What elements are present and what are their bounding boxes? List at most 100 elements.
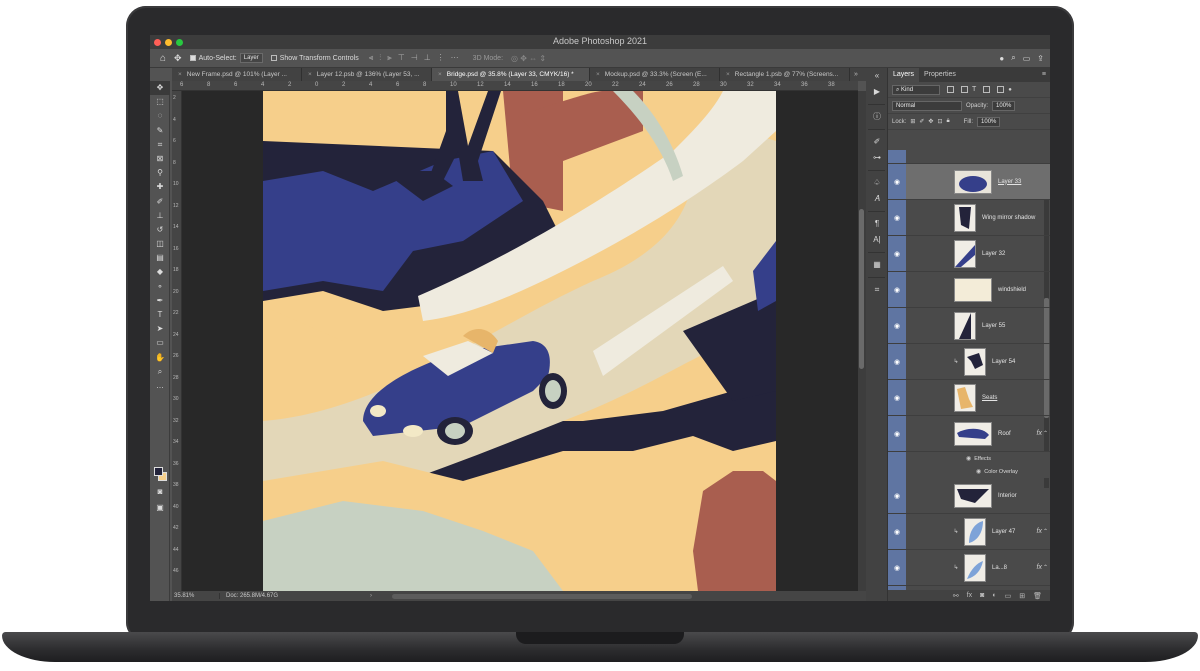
tab-properties[interactable]: Properties xyxy=(919,68,961,82)
panel-menu-icon[interactable]: ≡ xyxy=(1042,68,1046,82)
layer-row[interactable]: ◉ ↳ Layer 47 fx ⌃ xyxy=(888,514,1050,550)
layer-name[interactable]: Wing mirror shadow xyxy=(982,215,1035,221)
brush-settings-icon[interactable]: ✐ xyxy=(866,134,888,150)
layer-thumbnail[interactable] xyxy=(954,421,992,446)
add-style-icon[interactable]: fx xyxy=(967,592,972,599)
filter-toggle-icon[interactable]: ● xyxy=(1008,87,1012,93)
layer-row[interactable]: ◉ windshield xyxy=(888,272,1050,308)
paths-icon[interactable]: ♤ xyxy=(866,175,888,191)
layer-name[interactable]: Roof xyxy=(998,431,1011,437)
layer-effects-icon[interactable]: fx xyxy=(1037,528,1042,535)
clone-stamp-tool-icon[interactable]: ⊥ xyxy=(150,209,170,223)
status-menu-icon[interactable]: › xyxy=(370,593,372,599)
layer-thumbnail[interactable] xyxy=(954,311,976,340)
layer-thumbnail[interactable] xyxy=(954,277,992,302)
visibility-eye-icon[interactable]: ◉ xyxy=(888,514,906,549)
layer-name[interactable]: Layer 47 xyxy=(992,529,1015,535)
auto-select-checkbox[interactable] xyxy=(189,55,196,61)
layer-name[interactable]: La...8 xyxy=(992,565,1007,571)
expand-effects-icon[interactable]: ⌃ xyxy=(1043,430,1048,437)
layer-thumbnail[interactable] xyxy=(964,553,986,582)
info-icon[interactable]: ⓘ xyxy=(866,109,888,125)
effect-row[interactable]: ◉ Color Overlay xyxy=(888,465,1050,478)
visibility-eye-icon[interactable]: ◉ xyxy=(888,200,906,235)
move-tool-icon[interactable]: ✥ xyxy=(150,81,170,96)
eyedropper-tool-icon[interactable]: ⚲ xyxy=(150,166,170,180)
layer-name[interactable]: Layer 55 xyxy=(982,323,1005,329)
close-tab-icon[interactable]: × xyxy=(438,71,442,78)
hand-tool-icon[interactable]: ✋ xyxy=(150,351,170,365)
lock-transparent-icon[interactable]: ⊞ xyxy=(910,118,915,125)
align-bottom-icon[interactable]: ⊥ xyxy=(424,53,431,63)
workspace-icon[interactable]: ▭ xyxy=(1023,54,1031,63)
lock-artboard-icon[interactable]: ⊡ xyxy=(937,118,942,125)
quick-select-tool-icon[interactable]: ✎ xyxy=(150,124,170,138)
filter-pixel-icon[interactable] xyxy=(947,86,954,93)
layer-row[interactable]: ◉ Seats xyxy=(888,380,1050,416)
align-left-icon[interactable]: ⫷ xyxy=(369,53,374,63)
filter-kind-dropdown[interactable]: ⌕ Kind xyxy=(892,84,940,95)
layer-name[interactable]: Seats xyxy=(982,395,997,401)
opacity-input[interactable]: 100% xyxy=(992,100,1016,111)
move-tool-icon[interactable]: ✥ xyxy=(174,53,182,64)
dodge-tool-icon[interactable]: ⚬ xyxy=(150,280,170,294)
home-icon[interactable]: ⌂ xyxy=(160,53,166,64)
expand-effects-icon[interactable]: ⌃ xyxy=(1043,564,1048,571)
eraser-tool-icon[interactable]: ◫ xyxy=(150,237,170,251)
align-top-icon[interactable]: ⊤ xyxy=(398,53,405,63)
paragraph-icon[interactable]: ¶ xyxy=(866,216,888,232)
canvas-vertical-scrollbar[interactable] xyxy=(858,91,866,591)
align-right-icon[interactable]: ⫸ xyxy=(387,53,392,63)
lock-paint-icon[interactable]: ✐ xyxy=(919,118,924,125)
layer-row[interactable]: ◉ Wing mirror shadow xyxy=(888,200,1050,236)
zoom-tool-icon[interactable]: ⌕ xyxy=(150,365,170,379)
transform-controls-checkbox[interactable] xyxy=(270,55,277,61)
layer-name[interactable]: Layer 32 xyxy=(982,251,1005,257)
layer-row[interactable]: ◉ Interior xyxy=(888,478,1050,514)
distribute-h-icon[interactable]: ⋯ xyxy=(451,53,459,63)
layer-name[interactable]: windshield xyxy=(998,287,1026,293)
brush-tool-icon[interactable]: ✐ xyxy=(150,195,170,209)
blur-tool-icon[interactable]: ◆ xyxy=(150,265,170,279)
lasso-tool-icon[interactable]: ◌ xyxy=(150,109,170,123)
visibility-eye-icon[interactable]: ◉ xyxy=(888,236,906,271)
adjustments-icon[interactable]: ⊶ xyxy=(866,150,888,166)
new-layer-icon[interactable]: ⊞ xyxy=(1019,592,1025,600)
scrollbar-thumb[interactable] xyxy=(859,209,864,369)
shape-tool-icon[interactable]: ▭ xyxy=(150,336,170,350)
layer-row[interactable]: ◉ Layer 55 xyxy=(888,308,1050,344)
visibility-eye-icon[interactable]: ◉ xyxy=(888,416,906,451)
effect-row[interactable]: ◉Effects xyxy=(888,452,1050,465)
layer-thumbnail[interactable] xyxy=(964,517,986,546)
close-tab-icon[interactable]: × xyxy=(726,71,730,78)
marquee-tool-icon[interactable]: ⬚ xyxy=(150,95,170,109)
layer-effects-icon[interactable]: fx xyxy=(1037,430,1042,437)
collapse-icon[interactable]: « xyxy=(866,68,888,84)
visibility-eye-icon[interactable]: ◉ xyxy=(888,478,906,513)
align-center-icon[interactable]: ⫶ xyxy=(379,53,381,63)
search-icon[interactable]: ⌕ xyxy=(1011,53,1015,63)
transform-icon[interactable]: ⌗ xyxy=(866,282,888,298)
lock-move-icon[interactable]: ✥ xyxy=(928,118,933,125)
layer-row[interactable]: ◉ Roof fx ⌃ xyxy=(888,416,1050,452)
user-icon[interactable]: ● xyxy=(999,54,1004,63)
visibility-eye-icon[interactable]: ◉ xyxy=(888,344,906,379)
layer-name[interactable]: Layer 54 xyxy=(992,359,1015,365)
filter-shape-icon[interactable] xyxy=(983,86,991,93)
doc-tab-mockup[interactable]: × Mockup.psd @ 33.3% (Screen (E... xyxy=(590,68,720,81)
layer-thumbnail[interactable] xyxy=(954,483,992,508)
expand-effects-icon[interactable]: ⌃ xyxy=(1043,528,1048,535)
play-icon[interactable]: ▶ xyxy=(866,84,888,100)
layer-row[interactable]: ◉ Layer 33 xyxy=(888,164,1050,200)
new-group-icon[interactable]: ▭ xyxy=(1005,592,1012,600)
glyphs-icon[interactable]: A| xyxy=(866,232,888,248)
quick-mask-icon[interactable]: ◙ xyxy=(150,485,170,499)
effect-visibility-icon[interactable]: ◉ xyxy=(976,468,981,475)
canvas-horizontal-scrollbar[interactable] xyxy=(392,593,692,599)
gradient-tool-icon[interactable]: ▤ xyxy=(150,251,170,265)
canvas-area[interactable] xyxy=(182,91,858,591)
filter-smart-icon[interactable] xyxy=(997,86,1005,93)
visibility-eye-icon[interactable]: ◉ xyxy=(888,272,906,307)
pen-tool-icon[interactable]: ✒ xyxy=(150,294,170,308)
screen-mode-icon[interactable]: ▣ xyxy=(150,501,170,515)
